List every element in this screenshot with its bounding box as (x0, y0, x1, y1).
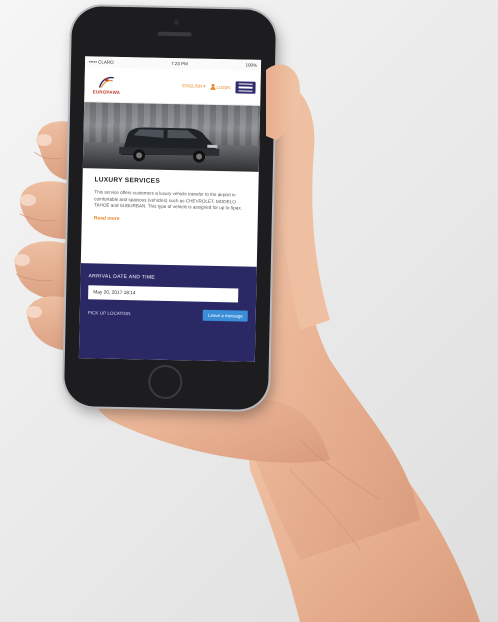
arrival-date-value: May 20, 2017 18:14 (93, 289, 136, 296)
hamburger-icon-line (238, 83, 253, 85)
clock-label: 7:23 PM (171, 60, 189, 67)
carrier-label: ••••• CLARO (88, 59, 114, 65)
pickup-label: PICK UP LOCATION (87, 310, 131, 317)
read-more-link[interactable]: Read more (94, 215, 246, 224)
front-camera (173, 20, 179, 26)
service-description: This service offers customers a luxury v… (93, 189, 242, 211)
logo-text: EUROPAWA (92, 88, 121, 95)
service-section: LUXURY SERVICES This service offers cust… (82, 168, 259, 231)
login-link[interactable]: LOGIN (210, 84, 230, 90)
leave-message-button[interactable]: Leave a message (202, 309, 248, 322)
hero-image (82, 102, 261, 172)
booking-row: PICK UP LOCATION Leave a message (87, 307, 248, 322)
top-navigation: EUROPAWA ENGLISH ▾ LOGIN (84, 67, 261, 106)
home-button[interactable] (148, 364, 183, 400)
service-title: LUXURY SERVICES (94, 176, 161, 185)
user-icon (210, 84, 215, 90)
nav-actions: ENGLISH ▾ LOGIN (182, 80, 256, 94)
hamburger-menu-button[interactable] (235, 81, 256, 94)
earpiece-speaker (157, 31, 192, 37)
suv-image (119, 127, 220, 163)
hamburger-icon-line (238, 90, 253, 92)
language-selector[interactable]: ENGLISH ▾ (182, 83, 205, 89)
battery-label: 100% (245, 62, 258, 68)
arrival-date-input[interactable]: May 20, 2017 18:14 (88, 285, 239, 303)
phone-screen: ••••• CLARO 7:23 PM 100% EUROPAWA ENGLIS… (78, 56, 262, 362)
booking-form: ARRIVAL DATE AND TIME May 20, 2017 18:14… (78, 263, 257, 362)
iphone-frame: ••••• CLARO 7:23 PM 100% EUROPAWA ENGLIS… (63, 5, 277, 411)
logo-mark-icon (98, 76, 114, 88)
arrival-label: ARRIVAL DATE AND TIME (88, 273, 156, 281)
brand-logo[interactable]: EUROPAWA (89, 75, 123, 95)
login-label: LOGIN (216, 84, 231, 90)
hamburger-icon-line (238, 86, 253, 89)
